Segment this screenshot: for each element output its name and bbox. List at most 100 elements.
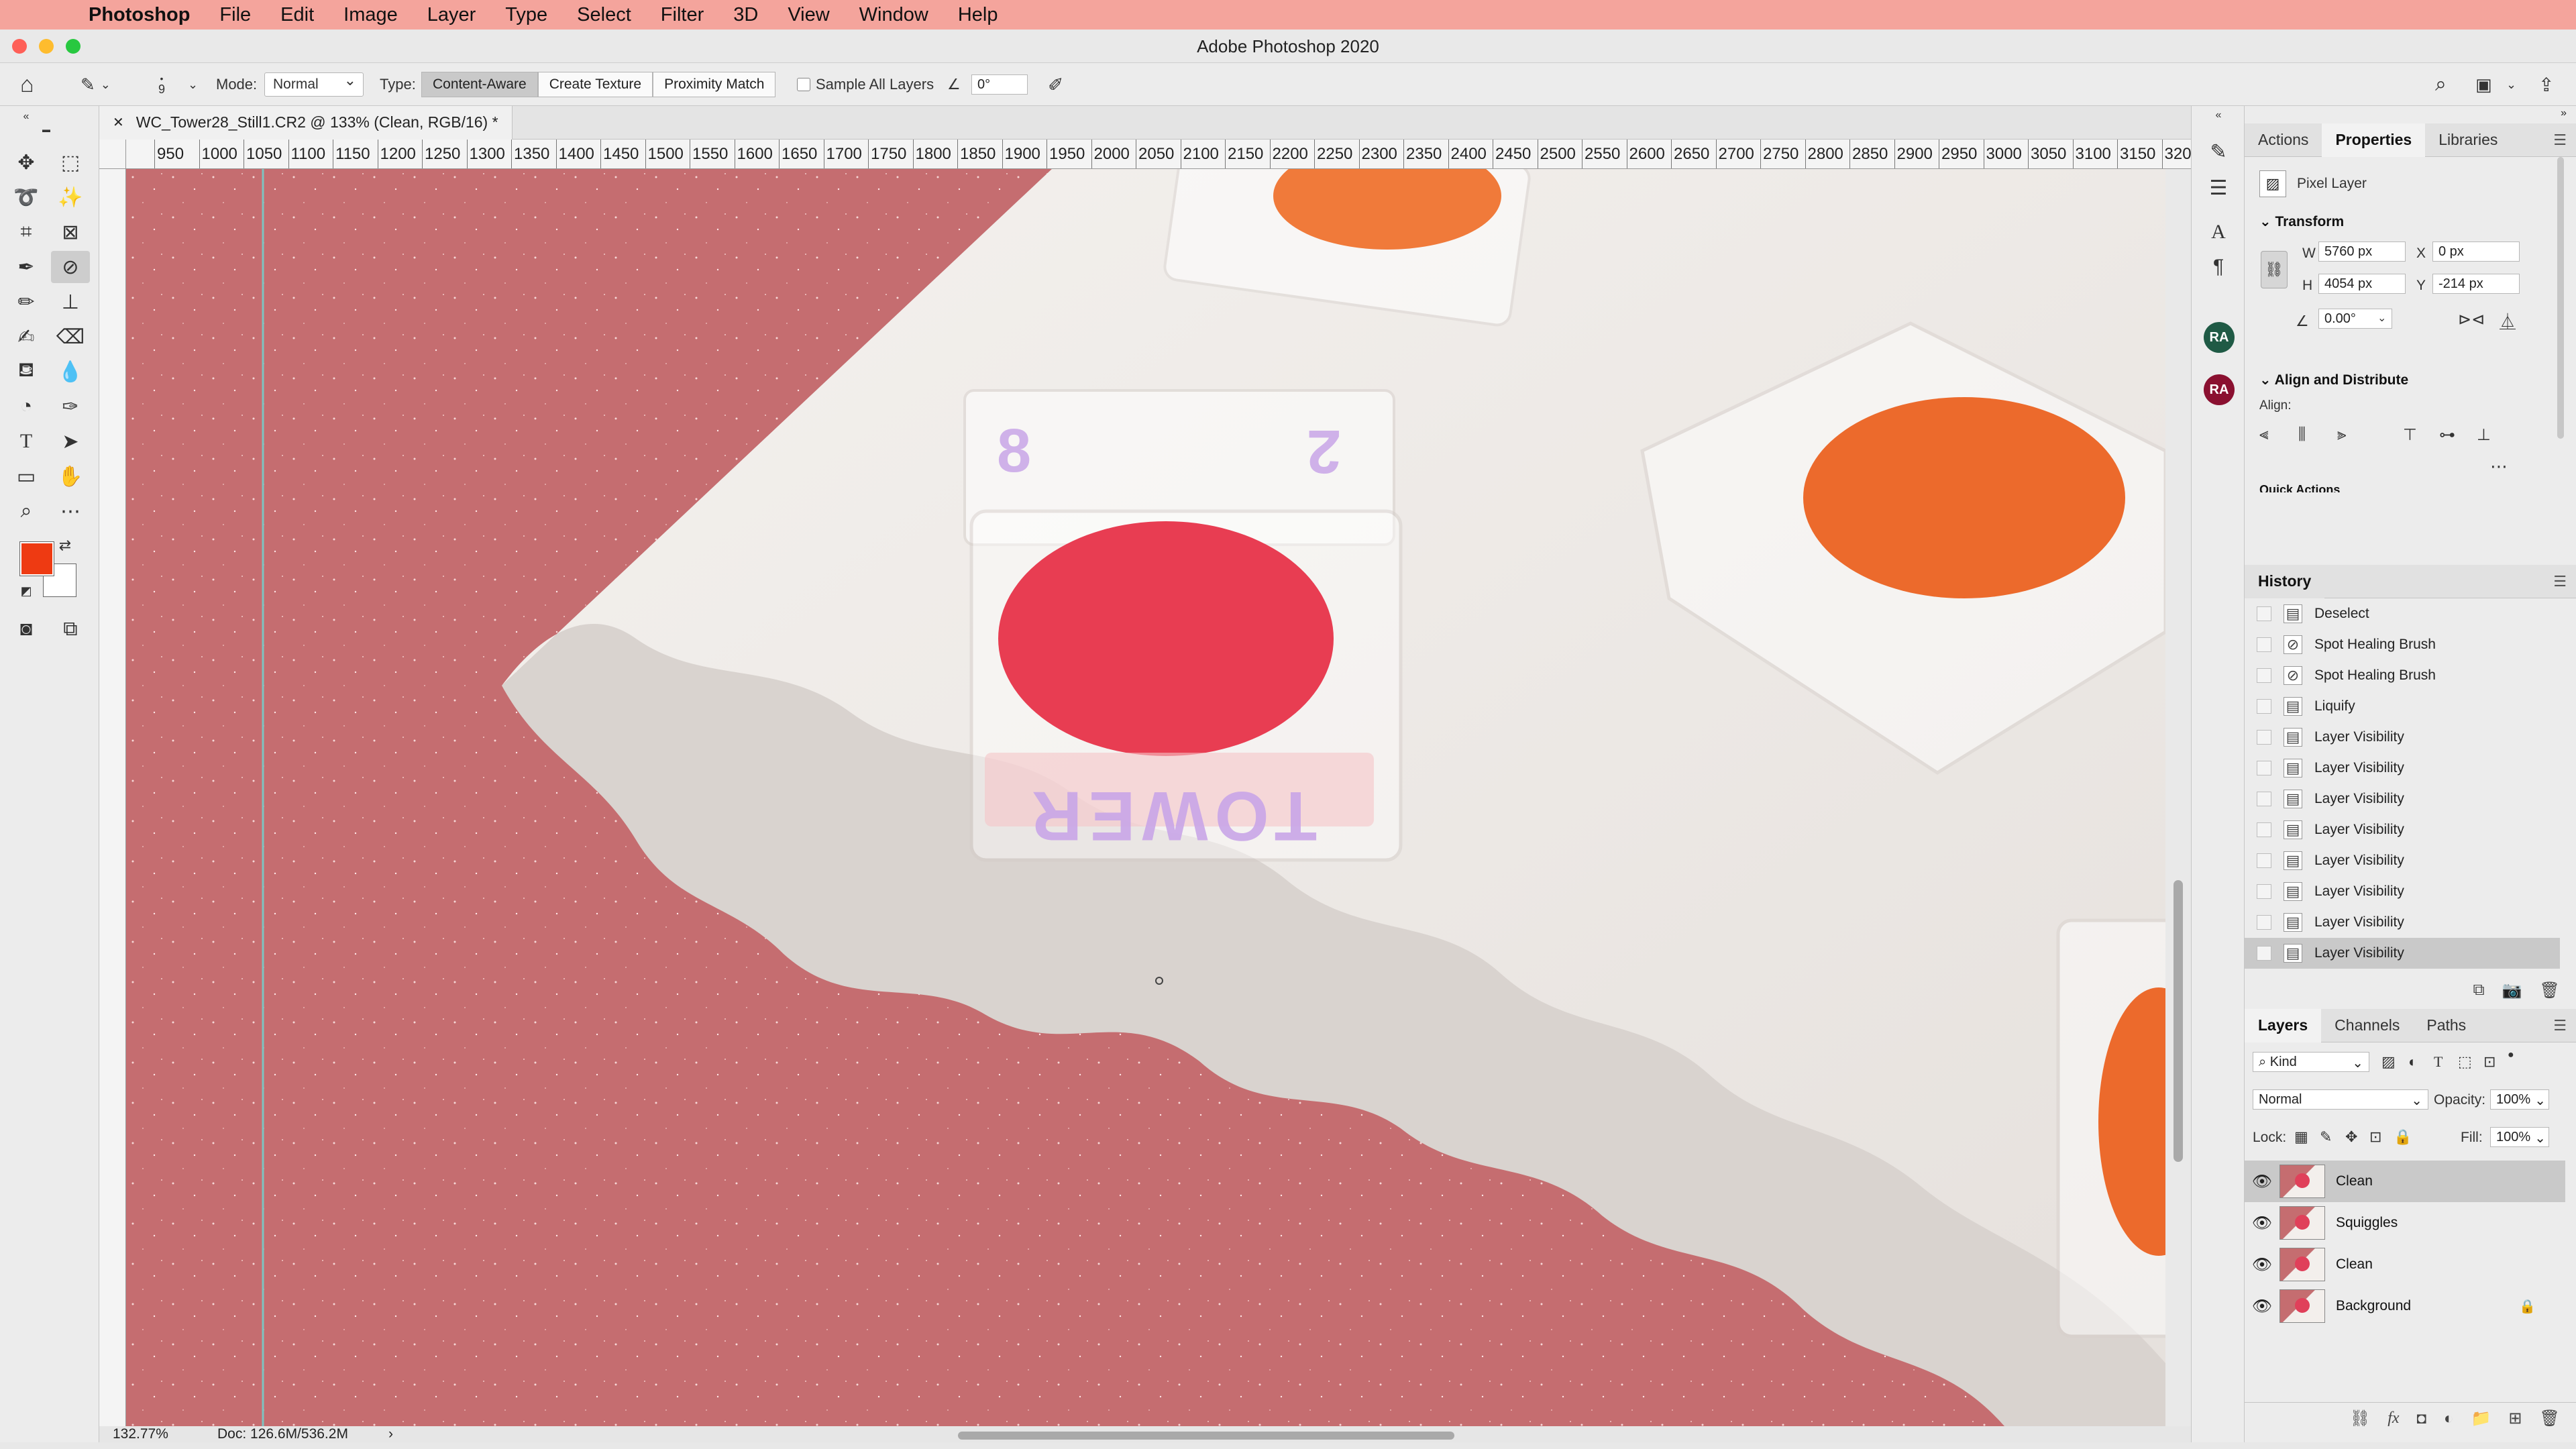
- new-document-from-state-icon[interactable]: ⧉: [2473, 981, 2485, 1000]
- zoom-tool-icon[interactable]: ⌕: [7, 495, 46, 527]
- proximity-match-button[interactable]: Proximity Match: [653, 72, 776, 97]
- history-item[interactable]: ▤ Deselect: [2245, 598, 2560, 629]
- tab-paths[interactable]: Paths: [2413, 1009, 2479, 1042]
- history-snapshot-toggle[interactable]: [2257, 637, 2271, 652]
- align-vertical-centers-icon[interactable]: ⊶: [2439, 425, 2455, 445]
- vertical-scroll-thumb[interactable]: [2174, 880, 2183, 1162]
- history-item[interactable]: ⊘ Spot Healing Brush: [2245, 629, 2560, 660]
- search-icon[interactable]: ⌕: [2435, 63, 2447, 106]
- delete-state-icon[interactable]: 🗑: [2540, 981, 2560, 1000]
- history-snapshot-toggle[interactable]: [2257, 946, 2271, 961]
- new-adjustment-layer-icon[interactable]: ◐: [2444, 1409, 2454, 1428]
- history-snapshot-toggle[interactable]: [2257, 792, 2271, 806]
- character-panel-icon[interactable]: A: [2202, 217, 2235, 247]
- lock-all-icon[interactable]: 🔒: [2394, 1128, 2412, 1146]
- tab-properties[interactable]: Properties: [2322, 123, 2426, 157]
- tool-preset-picker[interactable]: ✎ ⌄: [80, 63, 111, 106]
- zoom-level[interactable]: 132.77%: [99, 1426, 180, 1442]
- paint-bucket-tool-icon[interactable]: ⛾: [7, 356, 46, 388]
- status-menu-arrow-icon[interactable]: ›: [388, 1426, 393, 1442]
- layer-name[interactable]: Squiggles: [2336, 1215, 2398, 1231]
- history-snapshot-toggle[interactable]: [2257, 668, 2271, 683]
- default-colors-icon[interactable]: ◩: [16, 582, 36, 600]
- link-dimensions-icon[interactable]: ⛓: [2261, 251, 2288, 288]
- clone-stamp-tool-icon[interactable]: ⊥: [51, 286, 90, 318]
- pen-tool-icon[interactable]: ✑: [51, 390, 90, 423]
- layer-lock-icon[interactable]: 🔒: [2519, 1298, 2536, 1315]
- vertical-scrollbar[interactable]: [2165, 169, 2191, 1426]
- tab-layers[interactable]: Layers: [2245, 1008, 2322, 1042]
- collapse-panels-icon[interactable]: »: [2561, 107, 2567, 119]
- menu-select[interactable]: Select: [562, 4, 646, 26]
- layer-row[interactable]: 👁 Background 🔒: [2245, 1285, 2565, 1327]
- lock-transparency-icon[interactable]: ▦: [2294, 1128, 2308, 1146]
- history-item[interactable]: ▤ Layer Visibility: [2245, 907, 2560, 938]
- y-position-field[interactable]: -214 px: [2432, 274, 2520, 294]
- adjustments-icon[interactable]: ☰: [2202, 173, 2235, 203]
- menu-image[interactable]: Image: [329, 4, 413, 26]
- magic-wand-tool-icon[interactable]: ✨: [51, 181, 90, 213]
- opacity-field[interactable]: 100% ⌄: [2490, 1089, 2549, 1110]
- angle-dropdown-icon[interactable]: ⌄: [2377, 311, 2386, 325]
- sample-all-layers-toggle[interactable]: Sample All Layers: [797, 63, 934, 106]
- rectangle-tool-icon[interactable]: ▭: [7, 460, 46, 492]
- foreground-color-swatch[interactable]: [19, 541, 54, 576]
- user-avatar[interactable]: RA: [2204, 322, 2235, 353]
- link-layers-icon[interactable]: ⛓: [2350, 1409, 2370, 1428]
- blur-tool-icon[interactable]: 💧: [51, 356, 90, 388]
- history-snapshot-toggle[interactable]: [2257, 853, 2271, 868]
- move-tool-icon[interactable]: ✥: [7, 146, 46, 178]
- history-snapshot-toggle[interactable]: [2257, 699, 2271, 714]
- history-item[interactable]: ▤ Layer Visibility: [2245, 784, 2560, 814]
- brush-tool-icon[interactable]: ✏: [7, 286, 46, 318]
- mode-select[interactable]: Normal: [264, 72, 364, 97]
- menu-layer[interactable]: Layer: [413, 4, 491, 26]
- flip-vertical-icon[interactable]: ⏅: [2500, 309, 2516, 332]
- history-item[interactable]: ▤ Layer Visibility: [2245, 753, 2560, 784]
- menu-type[interactable]: Type: [490, 4, 562, 26]
- brush-size-picker[interactable]: • 9: [158, 63, 165, 106]
- new-layer-icon[interactable]: ⊞: [2508, 1409, 2522, 1428]
- brush-settings-icon[interactable]: ✎: [2202, 137, 2235, 166]
- share-icon[interactable]: ⇪: [2538, 63, 2554, 106]
- image-canvas[interactable]: 8 2 TOWER: [126, 169, 2165, 1426]
- layer-filter-select[interactable]: ⌕ Kind ⌄: [2253, 1052, 2369, 1072]
- history-brush-tool-icon[interactable]: ✍: [7, 321, 46, 353]
- content-aware-button[interactable]: Content-Aware: [421, 72, 538, 97]
- layer-name[interactable]: Clean: [2336, 1256, 2373, 1273]
- history-item-selected[interactable]: ▤ Layer Visibility: [2245, 938, 2560, 969]
- width-field[interactable]: 5760 px: [2318, 241, 2406, 262]
- align-bottom-edges-icon[interactable]: ⊥: [2477, 425, 2491, 445]
- brush-angle-field[interactable]: 0°: [971, 74, 1028, 95]
- align-top-edges-icon[interactable]: ⊤: [2403, 425, 2417, 445]
- properties-scrollbar[interactable]: [2557, 157, 2564, 439]
- history-item[interactable]: ▤ Layer Visibility: [2245, 814, 2560, 845]
- filter-type-icon[interactable]: T: [2434, 1053, 2443, 1071]
- crop-tool-icon[interactable]: ⌗: [7, 216, 46, 248]
- history-item[interactable]: ▤ Liquify: [2245, 691, 2560, 722]
- hand-tool-icon[interactable]: ✋: [51, 460, 90, 492]
- blend-mode-select[interactable]: Normal ⌄: [2253, 1089, 2428, 1110]
- history-menu-icon[interactable]: ☰: [2553, 573, 2567, 590]
- align-section-header[interactable]: ⌄ Align and Distribute: [2259, 372, 2408, 388]
- history-item[interactable]: ▤ Layer Visibility: [2245, 845, 2560, 876]
- history-snapshot-toggle[interactable]: [2257, 761, 2271, 775]
- history-snapshot-toggle[interactable]: [2257, 915, 2271, 930]
- menu-filter[interactable]: Filter: [646, 4, 718, 26]
- menu-file[interactable]: File: [205, 4, 266, 26]
- ruler-origin[interactable]: [99, 140, 126, 169]
- user-avatar-secondary[interactable]: RA: [2204, 374, 2235, 405]
- type-tool-icon[interactable]: T: [7, 425, 46, 458]
- swap-colors-icon[interactable]: ⇄: [55, 535, 75, 555]
- more-align-options-icon[interactable]: ⋯: [2490, 456, 2508, 477]
- history-item[interactable]: ▤ Layer Visibility: [2245, 722, 2560, 753]
- quick-actions-header[interactable]: Quick Actions: [2259, 483, 2340, 492]
- marquee-tool-icon[interactable]: ⬚: [51, 146, 90, 178]
- collapse-tools-icon[interactable]: «: [7, 110, 46, 123]
- layer-row[interactable]: 👁 Squiggles: [2245, 1202, 2565, 1244]
- new-snapshot-icon[interactable]: 📷: [2502, 981, 2522, 1000]
- menu-edit[interactable]: Edit: [266, 4, 329, 26]
- history-item[interactable]: ⊘ Spot Healing Brush: [2245, 660, 2560, 691]
- dodge-tool-icon[interactable]: ◔: [7, 390, 46, 423]
- filter-smart-object-icon[interactable]: ⊡: [2483, 1053, 2496, 1071]
